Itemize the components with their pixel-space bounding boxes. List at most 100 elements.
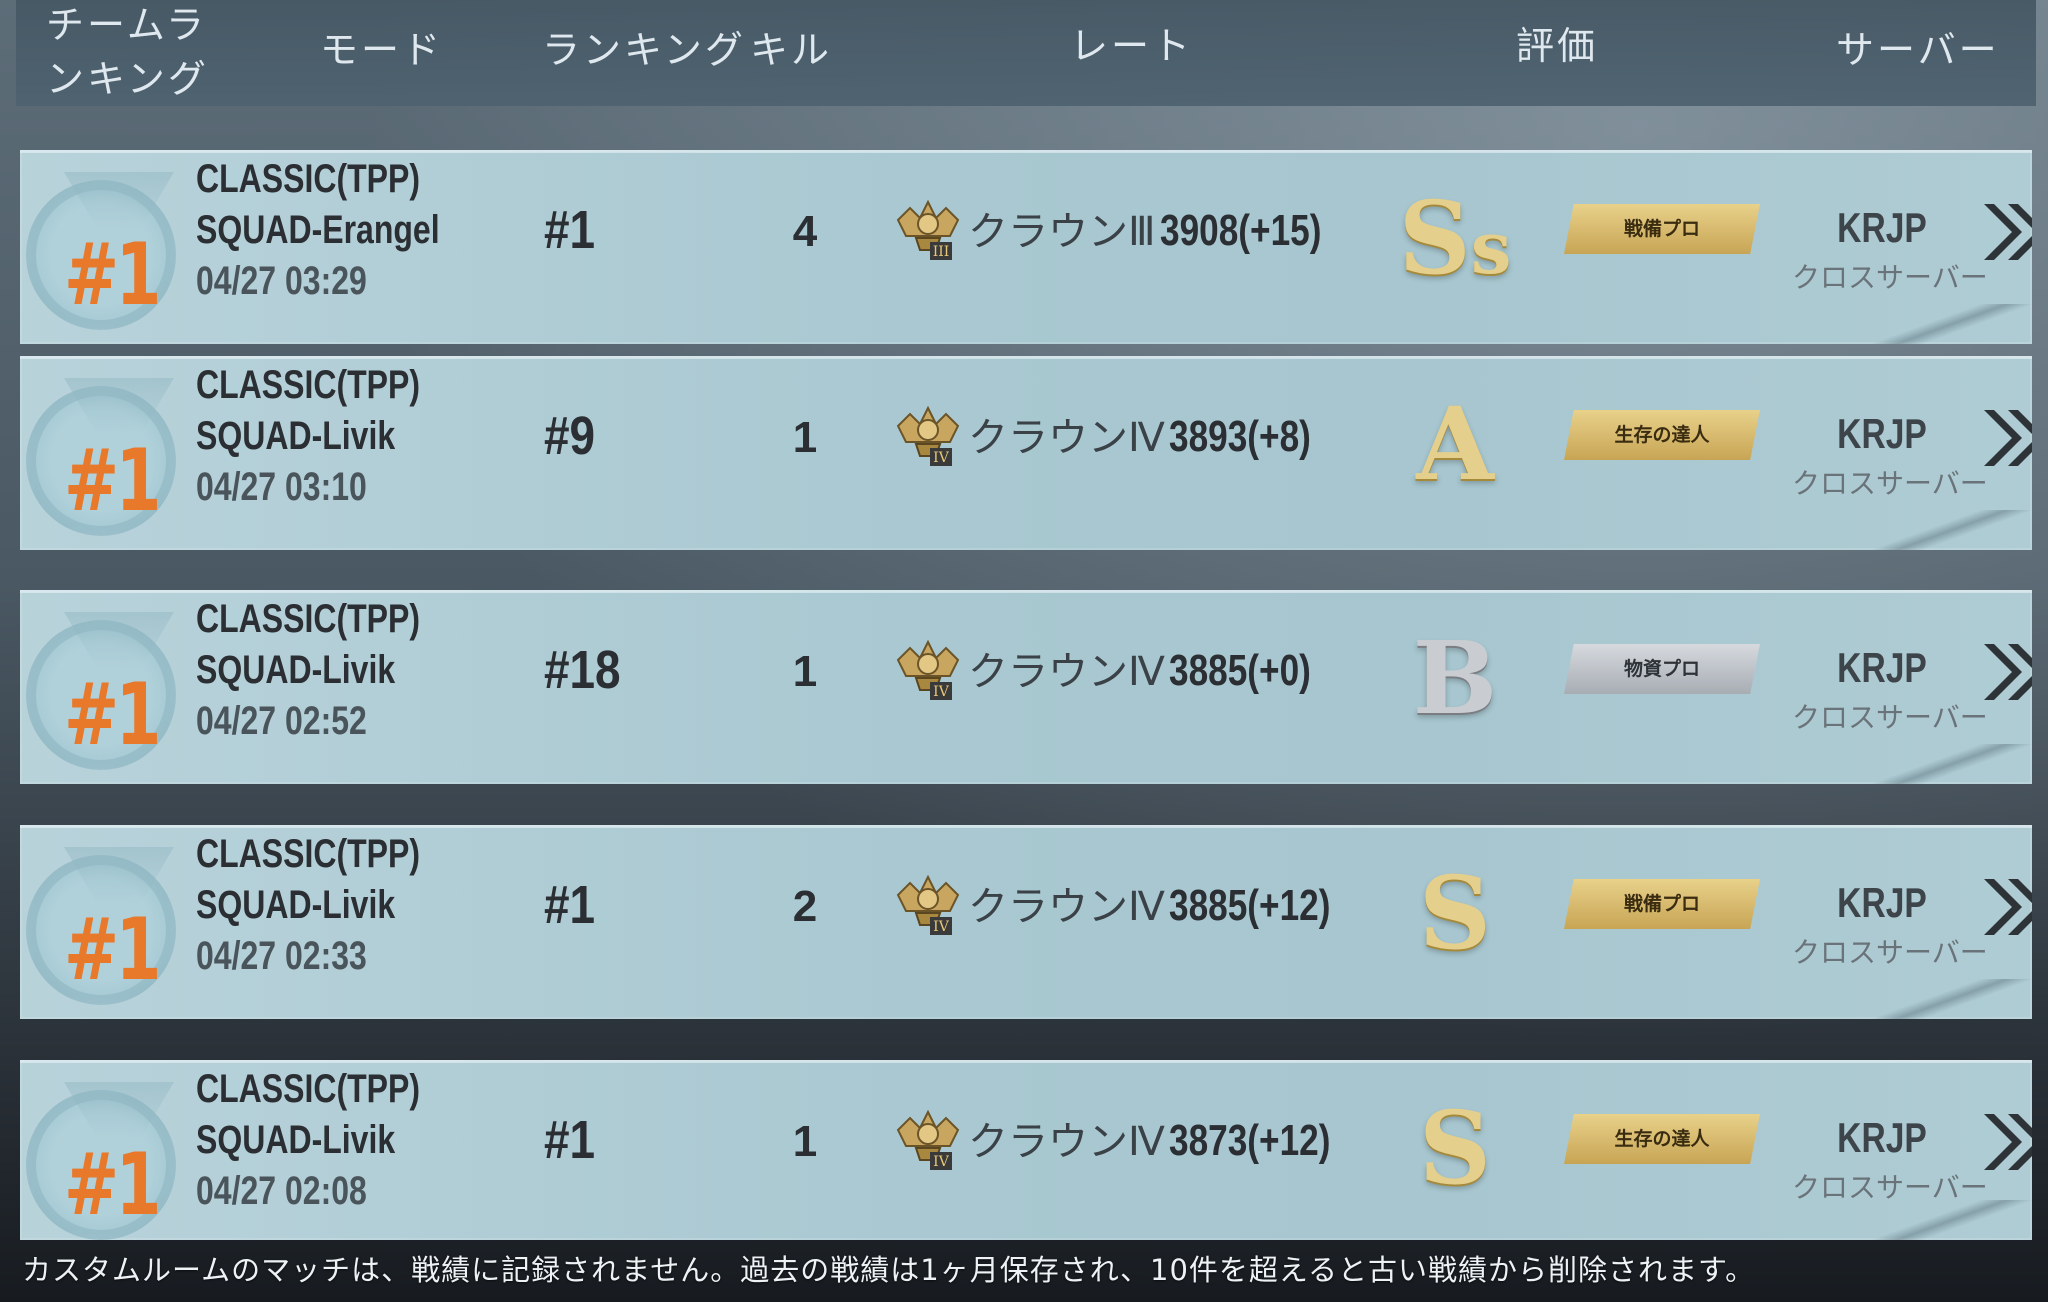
double-chevron-right-icon[interactable] <box>1978 634 2032 710</box>
match-row[interactable]: #1 CLASSIC(TPP) SQUAD-Erangel 04/27 03:2… <box>20 150 2032 344</box>
team-rank-label: #1 <box>63 665 161 765</box>
cross-server-label: クロスサーバー <box>1792 467 1988 500</box>
grade-letter: A <box>1380 384 1530 504</box>
mode-name: CLASSIC(TPP) <box>196 597 420 641</box>
medal-ribbon <box>64 1082 174 1138</box>
rate-value: クラウンⅢ3908(+15) <box>968 204 1361 259</box>
cross-server-label: クロスサーバー <box>1792 701 1988 734</box>
match-date: 04/27 03:29 <box>196 259 367 303</box>
evaluation-badge: 物資プロ <box>1564 644 1760 694</box>
team-rank-label: #1 <box>63 225 161 325</box>
evaluation-badge: 戦備プロ <box>1564 879 1760 929</box>
rank-medal-icon: #1 <box>26 378 176 536</box>
grade-main: B <box>1412 619 1498 737</box>
crown-tier-icon: III <box>896 199 960 260</box>
rate-value: クラウンⅣ3885(+0) <box>968 644 1346 699</box>
tier-label: クラウンⅣ <box>968 884 1165 930</box>
match-mode: CLASSIC(TPP) SQUAD-Livik 04/27 02:08 <box>196 1064 420 1217</box>
kill-count: 2 <box>792 882 818 931</box>
server-info: KRJP クロスサーバー <box>1792 640 1988 736</box>
match-mode: CLASSIC(TPP) SQUAD-Livik 04/27 03:10 <box>196 360 420 513</box>
rate-value: クラウンⅣ3893(+8) <box>968 410 1346 465</box>
table-header: チームランキング モード ランキング キル レート 評価 サーバー <box>16 0 2036 106</box>
match-row[interactable]: #1 CLASSIC(TPP) SQUAD-Livik 04/27 03:10 … <box>20 356 2032 550</box>
rate-score: 3885(+0) <box>1168 646 1311 695</box>
server-info: KRJP クロスサーバー <box>1792 1110 1988 1206</box>
kill-count: 1 <box>792 647 818 696</box>
match-mode: CLASSIC(TPP) SQUAD-Livik 04/27 02:52 <box>196 594 420 747</box>
medal-ribbon <box>64 172 174 228</box>
double-chevron-right-icon[interactable] <box>1978 1104 2032 1180</box>
evaluation-badge: 戦備プロ <box>1564 204 1760 254</box>
rate-score: 3893(+8) <box>1168 412 1311 461</box>
mode-map: SQUAD-Erangel <box>196 208 440 252</box>
match-ranking: #9 <box>544 406 596 466</box>
svg-text:IV: IV <box>933 684 950 700</box>
header-kills: キル <box>750 28 833 72</box>
header-rate: レート <box>1070 24 1194 68</box>
team-rank-label: #1 <box>63 900 161 1000</box>
footer-note: カスタムルームのマッチは、戦績に記録されません。過去の戦績は1ヶ月保存され、10… <box>22 1253 1756 1287</box>
kill-count: 1 <box>792 1117 818 1166</box>
server-code: KRJP <box>1837 1114 1927 1161</box>
grade-main: S <box>1418 854 1492 972</box>
match-date: 04/27 03:10 <box>196 465 367 509</box>
header-team-ranking: チームランキング <box>46 3 209 101</box>
server-code: KRJP <box>1837 644 1927 691</box>
mode-name: CLASSIC(TPP) <box>196 363 420 407</box>
rank-medal-icon: #1 <box>26 172 176 330</box>
grade-letter: S <box>1380 853 1530 973</box>
double-chevron-right-icon[interactable] <box>1978 400 2032 476</box>
rank-medal-icon: #1 <box>26 612 176 770</box>
match-ranking: #1 <box>544 200 596 260</box>
svg-text:IV: IV <box>933 1154 950 1170</box>
mode-name: CLASSIC(TPP) <box>196 157 420 201</box>
mode-map: SQUAD-Livik <box>196 883 396 927</box>
grade-main: S <box>1398 179 1471 297</box>
crown-tier-icon: IV <box>896 874 960 935</box>
grade-main: A <box>1416 385 1494 503</box>
grade-main: S <box>1418 1089 1492 1207</box>
server-code: KRJP <box>1837 879 1927 926</box>
crown-tier-icon: IV <box>896 1109 960 1170</box>
server-code: KRJP <box>1837 410 1927 457</box>
match-mode: CLASSIC(TPP) SQUAD-Livik 04/27 02:33 <box>196 829 420 982</box>
grade-letter: Ss <box>1380 178 1530 298</box>
header-mode: モード <box>320 28 444 72</box>
header-evaluation: 評価 <box>1516 24 1599 68</box>
match-date: 04/27 02:52 <box>196 699 367 743</box>
header-ranking: ランキング <box>542 28 746 72</box>
kill-count: 1 <box>792 413 818 462</box>
header-server: サーバー <box>1836 28 2000 72</box>
match-row[interactable]: #1 CLASSIC(TPP) SQUAD-Livik 04/27 02:52 … <box>20 590 2032 784</box>
grade-sub: s <box>1470 205 1512 290</box>
mode-name: CLASSIC(TPP) <box>196 832 420 876</box>
cross-server-label: クロスサーバー <box>1792 936 1988 969</box>
double-chevron-right-icon[interactable] <box>1978 194 2032 270</box>
grade-letter: B <box>1380 618 1530 738</box>
cross-server-label: クロスサーバー <box>1792 261 1988 294</box>
grade-letter: S <box>1380 1088 1530 1208</box>
mode-map: SQUAD-Livik <box>196 648 396 692</box>
server-info: KRJP クロスサーバー <box>1792 875 1988 971</box>
tier-label: クラウンⅣ <box>968 649 1165 695</box>
evaluation-badge: 生存の達人 <box>1564 1114 1760 1164</box>
medal-ribbon <box>64 378 174 434</box>
match-ranking: #1 <box>544 1110 596 1170</box>
match-row[interactable]: #1 CLASSIC(TPP) SQUAD-Livik 04/27 02:08 … <box>20 1060 2032 1240</box>
rate-score: 3908(+15) <box>1159 206 1322 255</box>
svg-text:IV: IV <box>933 450 950 466</box>
match-date: 04/27 02:33 <box>196 934 367 978</box>
kill-count: 4 <box>792 207 818 256</box>
match-row[interactable]: #1 CLASSIC(TPP) SQUAD-Livik 04/27 02:33 … <box>20 825 2032 1019</box>
mode-map: SQUAD-Livik <box>196 1118 396 1162</box>
match-ranking: #18 <box>544 640 621 700</box>
server-code: KRJP <box>1837 204 1927 251</box>
rate-score: 3885(+12) <box>1168 881 1331 930</box>
crown-tier-icon: IV <box>896 405 960 466</box>
svg-text:III: III <box>933 244 950 260</box>
rate-value: クラウンⅣ3873(+12) <box>968 1114 1371 1169</box>
double-chevron-right-icon[interactable] <box>1978 869 2032 945</box>
evaluation-badge: 生存の達人 <box>1564 410 1760 460</box>
rate-value: クラウンⅣ3885(+12) <box>968 879 1371 934</box>
